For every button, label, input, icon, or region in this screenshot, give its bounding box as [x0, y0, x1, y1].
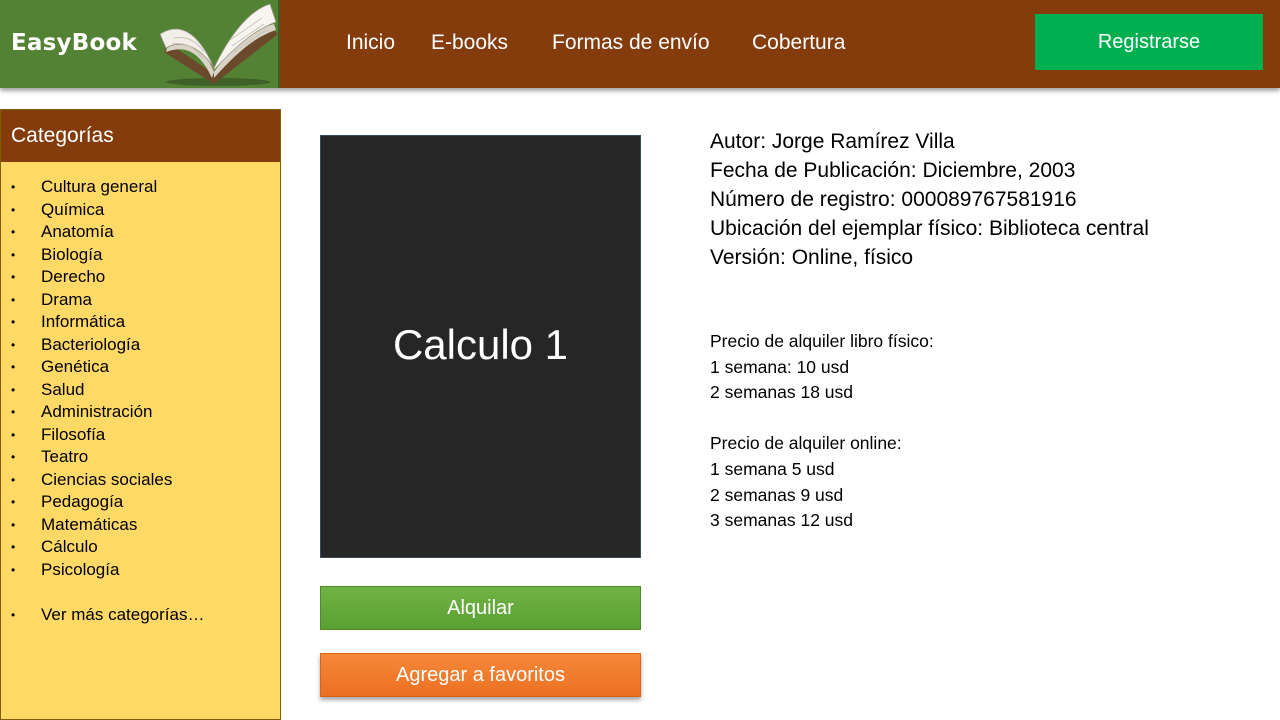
book-cover[interactable]: Calculo 1 — [320, 135, 641, 558]
price-spacer — [710, 406, 934, 432]
category-item[interactable]: • Anatomía — [1, 221, 204, 244]
bullet-icon: • — [11, 517, 16, 532]
category-label: Bacteriología — [41, 334, 141, 354]
category-label: Administración — [41, 402, 153, 421]
category-item[interactable]: • Bacteriología — [1, 334, 204, 357]
bullet-icon: • — [11, 495, 16, 509]
detail-publication-date: Fecha de Publicación: Diciembre, 2003 — [710, 159, 1076, 182]
book-details: Autor: Jorge Ramírez Villa Fecha de Publ… — [710, 127, 1149, 272]
category-label: Anatomía — [41, 222, 114, 241]
category-item[interactable]: • Filosofía — [1, 424, 204, 447]
category-item[interactable]: • Genética — [1, 356, 204, 379]
category-label: Genética — [41, 357, 110, 376]
detail-author: Autor: Jorge Ramírez Villa — [710, 130, 955, 153]
top-navbar: EasyBook Inicio E-books Formas de envío … — [0, 0, 1280, 88]
online-price-line: 2 semanas 9 usd — [710, 484, 844, 505]
bullet-icon: • — [11, 405, 16, 419]
category-item[interactable]: • Derecho — [1, 266, 204, 289]
rental-prices: Precio de alquiler libro físico: 1 seman… — [710, 329, 934, 534]
category-item[interactable]: • Matemáticas — [1, 514, 204, 537]
category-label: Drama — [41, 289, 93, 309]
category-label: Matemáticas — [41, 514, 138, 534]
bullet-icon: • — [11, 382, 16, 397]
bullet-icon: • — [11, 427, 16, 442]
open-book-icon — [159, 3, 278, 86]
category-item[interactable]: • Salud — [1, 379, 204, 402]
nav-inicio[interactable]: Inicio — [346, 31, 395, 55]
detail-registry-number: Número de registro: 000089767581916 — [710, 188, 1077, 211]
category-label: Informática — [41, 312, 126, 331]
bullet-icon: • — [11, 337, 16, 352]
category-item[interactable]: • Cultura general — [1, 176, 204, 199]
category-label: Derecho — [41, 267, 106, 286]
bullet-icon: • — [11, 608, 16, 622]
more-categories-label: Ver más categorías… — [41, 605, 205, 624]
category-item[interactable]: • Ciencias sociales — [1, 469, 204, 492]
nav-ebooks[interactable]: E-books — [431, 31, 508, 55]
logo[interactable]: EasyBook — [0, 0, 280, 88]
category-item[interactable]: • Drama — [1, 289, 204, 312]
logo-text: EasyBook — [11, 30, 137, 56]
bullet-icon: • — [11, 225, 16, 239]
category-label: Ciencias sociales — [41, 469, 173, 489]
detail-version: Versión: Online, físico — [710, 246, 914, 269]
online-price-line: 3 semanas 12 usd — [710, 510, 854, 531]
category-item[interactable]: • Cálculo — [1, 536, 204, 559]
category-label: Pedagogía — [41, 492, 124, 511]
category-label: Cultura general — [41, 177, 158, 196]
bullet-icon: • — [11, 247, 16, 262]
category-label: Salud — [41, 379, 85, 399]
online-price-title: Precio de alquiler online: — [710, 433, 902, 454]
bullet-icon: • — [11, 270, 16, 284]
category-item[interactable]: • Informática — [1, 311, 204, 334]
categories-sidebar: Categorías • Cultura general • Química • An… — [0, 109, 281, 720]
register-button[interactable]: Registrarse — [1035, 14, 1263, 70]
category-item[interactable]: • Pedagogía — [1, 491, 204, 514]
category-item[interactable]: • Teatro — [1, 446, 204, 469]
category-label: Biología — [41, 244, 103, 264]
online-price-line: 1 semana 5 usd — [710, 458, 835, 479]
rent-button[interactable]: Alquilar — [320, 586, 641, 630]
category-label: Filosofía — [41, 424, 106, 444]
more-categories-link[interactable]: • Ver más categorías… — [1, 604, 204, 627]
category-list: • Cultura general • Química • Anatomía • Bio… — [1, 176, 204, 627]
nav-formas-de-envio[interactable]: Formas de envío — [552, 31, 710, 55]
physical-price-line: 2 semanas 18 usd — [710, 382, 854, 403]
category-item[interactable]: • Biología — [1, 244, 204, 267]
category-label: Química — [41, 199, 105, 219]
detail-location: Ubicación del ejemplar físico: Bibliotec… — [710, 217, 1149, 240]
add-favorite-button[interactable]: Agregar a favoritos — [320, 653, 641, 697]
nav-cobertura[interactable]: Cobertura — [752, 31, 845, 55]
bullet-icon: • — [11, 472, 16, 487]
book-cover-title: Calculo 1 — [392, 320, 569, 368]
bullet-icon: • — [11, 180, 16, 194]
page: EasyBook Inicio E-books Formas de envío … — [0, 0, 1280, 720]
bullet-icon: • — [11, 202, 16, 217]
sidebar-title: Categorías — [1, 110, 280, 162]
bullet-icon: • — [11, 315, 16, 329]
physical-price-title: Precio de alquiler libro físico: — [710, 331, 934, 351]
category-item[interactable]: • Administración — [1, 401, 204, 424]
bullet-icon: • — [11, 562, 16, 577]
category-item[interactable]: • Psicología — [1, 559, 204, 582]
bullet-icon: • — [11, 450, 16, 464]
category-label: Cálculo — [41, 537, 98, 556]
bullet-icon: • — [11, 360, 16, 374]
bullet-icon: • — [11, 540, 16, 554]
category-item[interactable]: • Química — [1, 199, 204, 222]
category-label: Psicología — [41, 559, 120, 579]
physical-price-line: 1 semana: 10 usd — [710, 356, 850, 377]
category-label: Teatro — [41, 447, 89, 466]
bullet-icon: • — [11, 292, 16, 307]
